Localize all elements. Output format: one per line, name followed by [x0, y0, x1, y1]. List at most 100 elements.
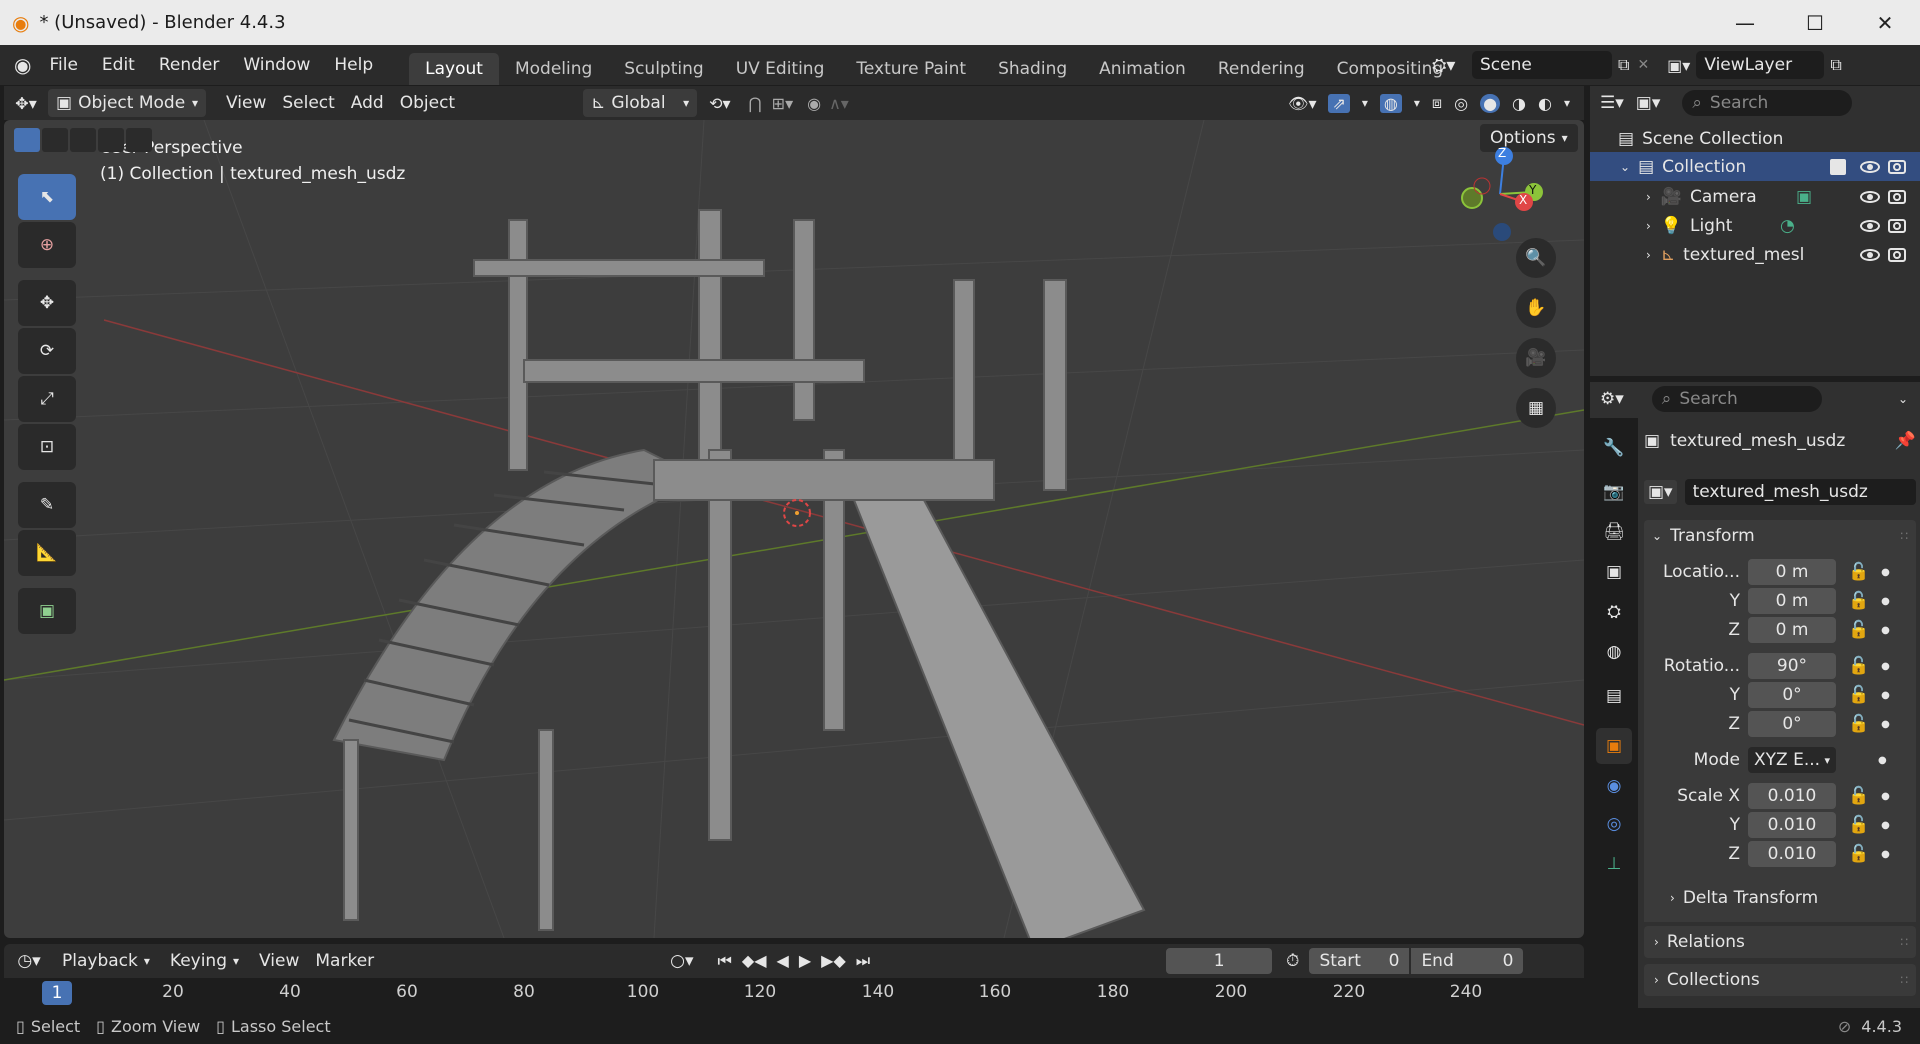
collections-panel-header[interactable]: › Collections ∷: [1644, 964, 1916, 996]
select-invert-icon[interactable]: [98, 128, 124, 152]
view-layer-selector[interactable]: ViewLayer: [1696, 51, 1825, 79]
tab-texture-paint[interactable]: Texture Paint: [840, 53, 982, 85]
start-frame-field[interactable]: Start 0: [1309, 948, 1410, 974]
play-reverse-icon[interactable]: ◀: [777, 951, 789, 971]
rotation-mode-select[interactable]: XYZ E... ▾: [1748, 747, 1836, 773]
lock-icon[interactable]: 🔓: [1848, 656, 1869, 676]
scene-icon[interactable]: ⛭▾: [1432, 55, 1472, 76]
new-scene-icon[interactable]: ⧉: [1618, 55, 1629, 75]
properties-editor-icon[interactable]: ⚙▾: [1600, 389, 1624, 409]
render-camera-icon[interactable]: [1888, 247, 1906, 262]
transform-panel-header[interactable]: ⌄ Transform ∷: [1644, 520, 1916, 552]
3d-viewport[interactable]: User Perspective (1) Collection | textur…: [4, 120, 1584, 938]
outliner-item-camera[interactable]: › 🎥 Camera ▣: [1590, 182, 1920, 211]
keyframe-dot-icon[interactable]: ●: [1878, 755, 1887, 766]
new-view-layer-icon[interactable]: ⧉: [1830, 55, 1841, 75]
outliner-scene-collection[interactable]: ▤ Scene Collection: [1590, 124, 1920, 153]
rendered-shading-icon[interactable]: ◐: [1538, 94, 1552, 113]
tab-rendering[interactable]: Rendering: [1202, 53, 1321, 85]
chevron-right-icon[interactable]: ›: [1646, 248, 1651, 262]
keying-menu[interactable]: Keying ▾: [162, 947, 247, 975]
outliner-search[interactable]: ⌕ Search: [1682, 90, 1853, 116]
render-camera-icon[interactable]: [1888, 189, 1906, 204]
snap-icon[interactable]: ⋂: [749, 94, 762, 113]
delete-scene-icon[interactable]: ✕: [1637, 57, 1649, 73]
location-y-field[interactable]: 0 m: [1748, 588, 1836, 614]
delta-transform-subpanel[interactable]: › Delta Transform: [1670, 884, 1818, 912]
shading-dropdown-icon[interactable]: ▾: [1564, 96, 1570, 110]
playhead-marker[interactable]: 1: [42, 981, 72, 1005]
collection-tab-icon[interactable]: ▤: [1596, 678, 1632, 714]
pivot-icon[interactable]: ⟲▾: [709, 94, 730, 113]
output-tab-icon[interactable]: 🖨: [1596, 514, 1632, 550]
zoom-view-button[interactable]: 🔍: [1516, 238, 1556, 278]
lock-icon[interactable]: 🔓: [1848, 815, 1869, 835]
rotation-z-field[interactable]: 0°: [1748, 711, 1836, 737]
eye-icon[interactable]: [1860, 160, 1880, 173]
menu-object[interactable]: Object: [392, 89, 463, 117]
keyframe-dot-icon[interactable]: ●: [1881, 849, 1890, 860]
keyframe-dot-icon[interactable]: ●: [1881, 690, 1890, 701]
maximize-button[interactable]: ☐: [1780, 0, 1850, 45]
blender-menu-icon[interactable]: ◉: [14, 53, 31, 77]
snap-target-icon[interactable]: ⊞▾: [772, 94, 793, 113]
menu-window[interactable]: Window: [231, 45, 322, 85]
tab-layout[interactable]: Layout: [409, 53, 499, 85]
lock-icon[interactable]: 🔓: [1848, 591, 1869, 611]
checkbox-icon[interactable]: [1830, 158, 1846, 175]
view-layer-icon[interactable]: ▣▾: [1667, 56, 1690, 75]
jump-end-icon[interactable]: ⏭: [856, 951, 870, 971]
outliner-item-mesh[interactable]: › ⊾ textured_mesl: [1590, 240, 1920, 269]
overlay-dropdown-icon[interactable]: ▾: [1414, 96, 1420, 110]
scene-selector[interactable]: Scene: [1472, 51, 1612, 79]
object-name-field[interactable]: textured_mesh_usdz: [1684, 479, 1916, 505]
location-z-field[interactable]: 0 m: [1748, 617, 1836, 643]
select-new-icon[interactable]: [14, 128, 40, 152]
render-camera-icon[interactable]: [1888, 159, 1906, 174]
lock-icon[interactable]: 🔓: [1848, 714, 1869, 734]
drag-handle-icon[interactable]: ∷: [1900, 529, 1908, 543]
marker-menu[interactable]: Marker: [307, 947, 382, 975]
eye-icon[interactable]: [1860, 219, 1880, 232]
editor-type-icon[interactable]: ✥▾: [4, 94, 48, 113]
menu-render[interactable]: Render: [147, 45, 232, 85]
physics-tab-icon[interactable]: ◎: [1596, 806, 1632, 842]
scale-y-field[interactable]: 0.010: [1748, 812, 1836, 838]
play-icon[interactable]: ▶: [799, 951, 811, 971]
pin-icon[interactable]: 📌: [1895, 431, 1916, 451]
properties-search[interactable]: ⌕ Search: [1651, 386, 1822, 412]
gizmo-dropdown-icon[interactable]: ▾: [1362, 96, 1368, 110]
select-extend-icon[interactable]: [42, 128, 68, 152]
menu-help[interactable]: Help: [322, 45, 385, 85]
ortho-toggle-button[interactable]: ▦: [1516, 388, 1556, 428]
outliner-item-light[interactable]: › 💡 Light ◔: [1590, 211, 1920, 240]
chevron-down-icon[interactable]: ⌄: [1898, 392, 1908, 406]
menu-file[interactable]: File: [37, 45, 89, 85]
chevron-down-icon[interactable]: ⌄: [1620, 160, 1630, 174]
transform-orientation-selector[interactable]: ⊾ Global ▾: [583, 89, 698, 117]
rotation-x-field[interactable]: 90°: [1748, 653, 1836, 679]
current-frame-field[interactable]: 1: [1166, 948, 1273, 974]
keyframe-dot-icon[interactable]: ●: [1881, 625, 1890, 636]
solid-shading-icon[interactable]: ●: [1480, 93, 1501, 113]
chevron-right-icon[interactable]: ›: [1646, 219, 1651, 233]
jump-start-icon[interactable]: ⏮: [718, 951, 732, 971]
xray-icon[interactable]: ⧈: [1432, 93, 1442, 113]
drag-handle-icon[interactable]: ∷: [1900, 973, 1908, 987]
jump-keyframe-back-icon[interactable]: ◆◀: [742, 951, 767, 971]
rotation-y-field[interactable]: 0°: [1748, 682, 1836, 708]
close-button[interactable]: ✕: [1850, 0, 1920, 45]
material-shading-icon[interactable]: ◑: [1512, 94, 1526, 113]
scale-x-field[interactable]: 0.010: [1748, 783, 1836, 809]
lock-icon[interactable]: 🔓: [1848, 786, 1869, 806]
add-cube-tool[interactable]: ▣: [18, 588, 76, 634]
chevron-right-icon[interactable]: ›: [1646, 190, 1651, 204]
scale-z-field[interactable]: 0.010: [1748, 841, 1836, 867]
move-tool[interactable]: ✥: [18, 280, 76, 326]
playback-menu[interactable]: Playback ▾: [54, 947, 158, 975]
proportional-edit-icon[interactable]: ◉: [807, 94, 821, 113]
keyframe-dot-icon[interactable]: ●: [1881, 567, 1890, 578]
annotate-tool[interactable]: ✎: [18, 482, 76, 528]
display-mode-icon[interactable]: ▣▾: [1636, 93, 1661, 113]
outliner-collection[interactable]: ⌄ ▤ Collection: [1590, 152, 1920, 181]
